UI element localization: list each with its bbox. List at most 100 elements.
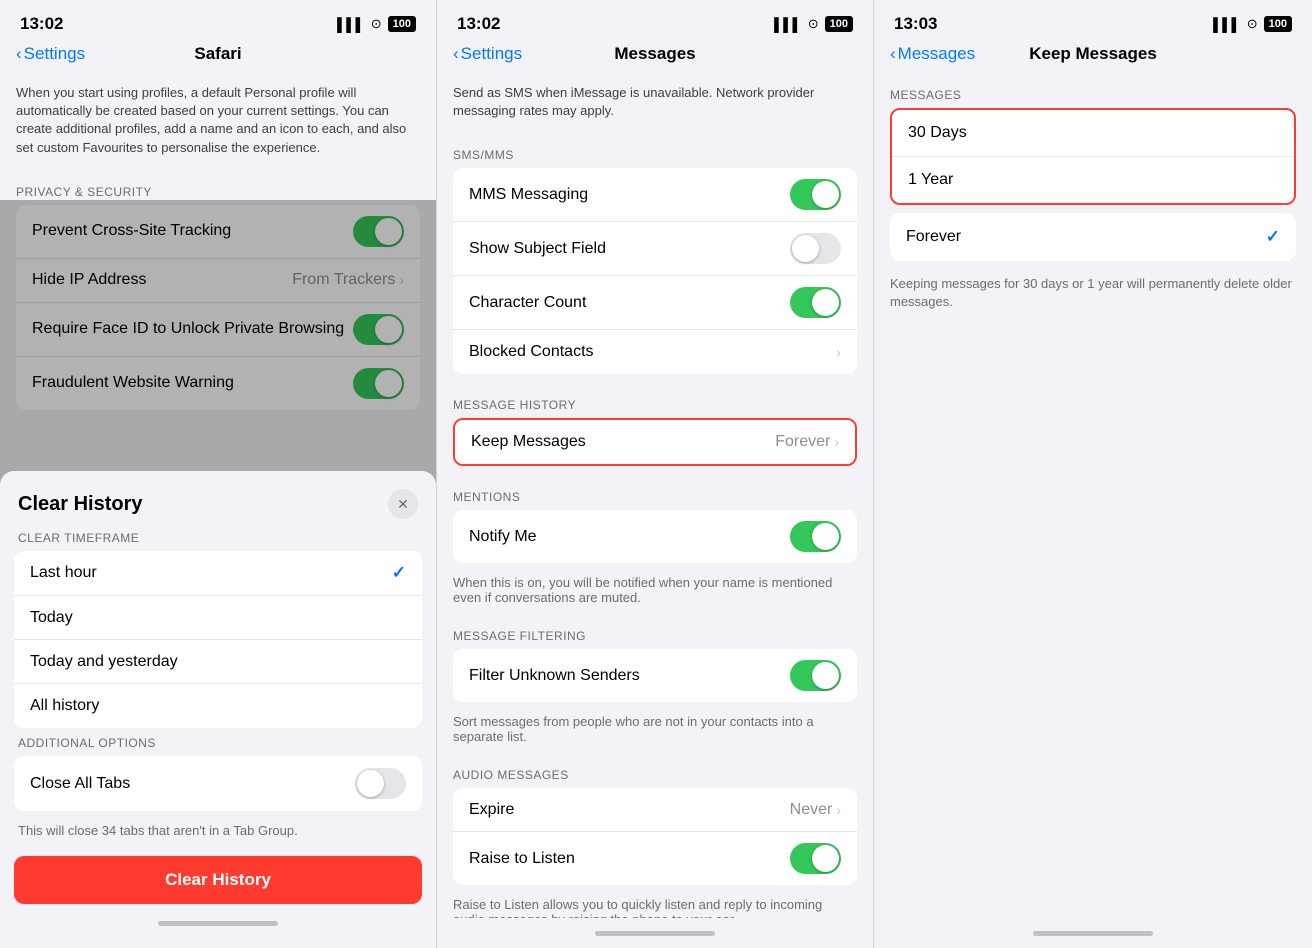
30-days-row[interactable]: 30 Days bbox=[892, 110, 1294, 157]
additional-section-header: ADDITIONAL OPTIONS bbox=[0, 736, 436, 756]
all-history-label: All history bbox=[30, 697, 99, 715]
notify-me-toggle[interactable] bbox=[790, 521, 841, 552]
back-label-1[interactable]: Settings bbox=[24, 44, 85, 64]
back-label-3[interactable]: Messages bbox=[898, 44, 975, 64]
forever-row[interactable]: Forever ✓ bbox=[890, 213, 1296, 261]
timeframe-options-group: Last hour ✓ Today Today and yesterday Al… bbox=[14, 551, 422, 728]
send-sms-desc: Send as SMS when iMessage is unavailable… bbox=[437, 72, 873, 132]
signal-icon-1: ▌▌▌ bbox=[337, 17, 365, 32]
nav-bar-2: ‹ Settings Messages bbox=[437, 40, 873, 72]
keep-messages-label: Keep Messages bbox=[471, 433, 775, 451]
expire-value-text: Never bbox=[790, 801, 833, 819]
wifi-icon-1: ⊙ bbox=[371, 16, 382, 32]
close-tabs-desc: This will close 34 tabs that aren't in a… bbox=[0, 819, 436, 848]
filtering-section-header: MESSAGE FILTERING bbox=[437, 613, 873, 649]
signal-icon-2: ▌▌▌ bbox=[774, 17, 802, 32]
notify-me-row[interactable]: Notify Me bbox=[453, 510, 857, 563]
safari-panel: 13:02 ▌▌▌ ⊙ 100 ‹ Settings Safari When y… bbox=[0, 0, 437, 948]
close-tabs-toggle[interactable] bbox=[355, 768, 406, 799]
keep-messages-value: Forever › bbox=[775, 433, 839, 451]
popup-overlay: Clear History ✕ CLEAR TIMEFRAME Last hou… bbox=[0, 200, 436, 948]
keep-options-highlighted-group: 30 Days 1 Year bbox=[890, 108, 1296, 205]
nav-title-keep: Keep Messages bbox=[1029, 44, 1157, 64]
notify-me-label: Notify Me bbox=[469, 528, 790, 546]
nav-bar-3: ‹ Messages Keep Messages bbox=[874, 40, 1312, 72]
keep-messages-group: Keep Messages Forever › bbox=[453, 418, 857, 466]
popup-title: Clear History bbox=[18, 493, 143, 516]
timeframe-all-history[interactable]: All history bbox=[14, 684, 422, 728]
audio-section-header: AUDIO MESSAGES bbox=[437, 752, 873, 788]
wifi-icon-2: ⊙ bbox=[808, 16, 819, 32]
status-icons-1: ▌▌▌ ⊙ 100 bbox=[337, 16, 416, 32]
mms-label: MMS Messaging bbox=[469, 186, 790, 204]
back-label-2[interactable]: Settings bbox=[461, 44, 522, 64]
filter-unknown-desc: Sort messages from people who are not in… bbox=[437, 710, 873, 744]
messages-panel: 13:02 ▌▌▌ ⊙ 100 ‹ Settings Messages Send… bbox=[437, 0, 874, 948]
expire-label: Expire bbox=[469, 801, 790, 819]
back-chevron-1: ‹ bbox=[16, 44, 22, 64]
filter-unknown-label: Filter Unknown Senders bbox=[469, 667, 790, 685]
status-bar-2: 13:02 ▌▌▌ ⊙ 100 bbox=[437, 0, 873, 40]
close-tabs-row[interactable]: Close All Tabs bbox=[14, 756, 422, 811]
timeframe-today-yesterday[interactable]: Today and yesterday bbox=[14, 640, 422, 684]
filtering-group: Filter Unknown Senders bbox=[453, 649, 857, 702]
time-3: 13:03 bbox=[894, 14, 937, 34]
mms-messaging-row[interactable]: MMS Messaging bbox=[453, 168, 857, 222]
sms-section-header: SMS/MMS bbox=[437, 132, 873, 168]
nav-back-safari[interactable]: ‹ Settings bbox=[16, 44, 85, 64]
home-indicator-1 bbox=[0, 908, 436, 938]
forever-group: Forever ✓ bbox=[890, 213, 1296, 261]
timeframe-today[interactable]: Today bbox=[14, 596, 422, 640]
filter-unknown-row[interactable]: Filter Unknown Senders bbox=[453, 649, 857, 702]
clear-history-sheet: Clear History ✕ CLEAR TIMEFRAME Last hou… bbox=[0, 471, 436, 948]
1-year-row[interactable]: 1 Year bbox=[892, 157, 1294, 203]
expire-row[interactable]: Expire Never › bbox=[453, 788, 857, 832]
back-chevron-2: ‹ bbox=[453, 44, 459, 64]
last-hour-label: Last hour bbox=[30, 564, 97, 582]
additional-options-group: Close All Tabs bbox=[14, 756, 422, 811]
30-days-label: 30 Days bbox=[908, 124, 967, 142]
forever-check: ✓ bbox=[1266, 227, 1280, 247]
raise-listen-toggle[interactable] bbox=[790, 843, 841, 874]
notify-me-desc: When this is on, you will be notified wh… bbox=[437, 571, 873, 605]
show-subject-label: Show Subject Field bbox=[469, 240, 790, 258]
raise-listen-row[interactable]: Raise to Listen bbox=[453, 832, 857, 885]
popup-close-button[interactable]: ✕ bbox=[388, 489, 418, 519]
audio-group: Expire Never › Raise to Listen bbox=[453, 788, 857, 885]
home-bar-3 bbox=[1033, 931, 1153, 936]
status-bar-3: 13:03 ▌▌▌ ⊙ 100 bbox=[874, 0, 1312, 40]
status-icons-3: ▌▌▌ ⊙ 100 bbox=[1213, 16, 1292, 32]
mms-toggle[interactable] bbox=[790, 179, 841, 210]
nav-title-safari: Safari bbox=[194, 44, 241, 64]
blocked-contacts-label: Blocked Contacts bbox=[469, 343, 836, 361]
show-subject-row[interactable]: Show Subject Field bbox=[453, 222, 857, 276]
blocked-contacts-row[interactable]: Blocked Contacts › bbox=[453, 330, 857, 374]
home-indicator-2 bbox=[437, 918, 873, 948]
character-count-toggle[interactable] bbox=[790, 287, 841, 318]
expire-chevron: › bbox=[836, 802, 841, 818]
back-chevron-3: ‹ bbox=[890, 44, 896, 64]
nav-back-keep[interactable]: ‹ Messages bbox=[890, 44, 975, 64]
filter-unknown-toggle[interactable] bbox=[790, 660, 841, 691]
keep-messages-note: Keeping messages for 30 days or 1 year w… bbox=[874, 269, 1312, 321]
clear-history-button[interactable]: Clear History bbox=[14, 856, 422, 904]
time-2: 13:02 bbox=[457, 14, 500, 34]
mentions-group: Notify Me bbox=[453, 510, 857, 563]
battery-1: 100 bbox=[388, 16, 416, 32]
raise-listen-desc: Raise to Listen allows you to quickly li… bbox=[437, 893, 873, 918]
battery-2: 100 bbox=[825, 16, 853, 32]
show-subject-toggle[interactable] bbox=[790, 233, 841, 264]
home-indicator-3 bbox=[874, 918, 1312, 948]
keep-messages-value-text: Forever bbox=[775, 433, 830, 451]
timeframe-last-hour[interactable]: Last hour ✓ bbox=[14, 551, 422, 596]
home-bar-1 bbox=[158, 921, 278, 926]
signal-icon-3: ▌▌▌ bbox=[1213, 17, 1241, 32]
keep-messages-row[interactable]: Keep Messages Forever › bbox=[455, 420, 855, 464]
home-bar-2 bbox=[595, 931, 715, 936]
last-hour-check: ✓ bbox=[392, 563, 406, 583]
nav-bar-1: ‹ Settings Safari bbox=[0, 40, 436, 72]
keep-messages-content: MESSAGES 30 Days 1 Year Forever ✓ Keepin… bbox=[874, 72, 1312, 918]
nav-back-messages[interactable]: ‹ Settings bbox=[453, 44, 522, 64]
character-count-row[interactable]: Character Count bbox=[453, 276, 857, 330]
raise-listen-label: Raise to Listen bbox=[469, 850, 790, 868]
